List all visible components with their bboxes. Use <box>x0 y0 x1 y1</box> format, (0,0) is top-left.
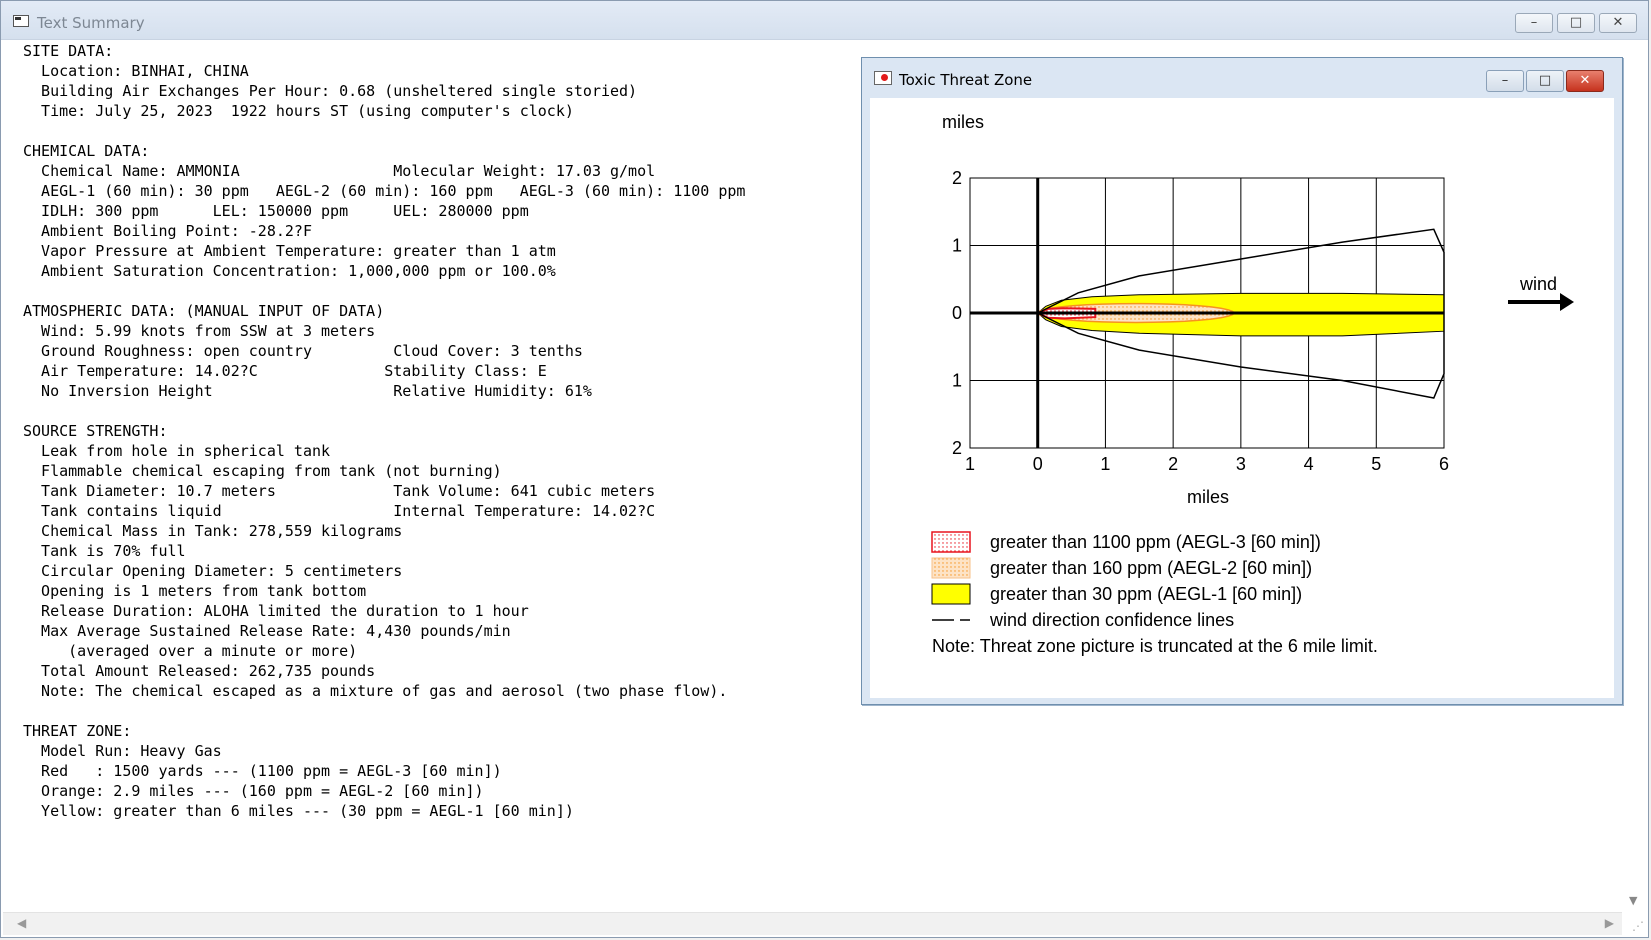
x-tick-label: 0 <box>1033 454 1043 474</box>
resize-grip-icon[interactable]: ⋰ <box>1632 919 1644 933</box>
threat-zone-plot-area: miles 1012345621012 miles wind greater t… <box>870 98 1614 698</box>
legend-swatch-yellow <box>931 583 971 605</box>
legend-label-orange: greater than 160 ppm (AEGL-2 [60 min]) <box>990 558 1312 578</box>
x-tick-label: 2 <box>1168 454 1178 474</box>
window-title: Text Summary <box>37 14 145 32</box>
y-axis-unit-label: miles <box>942 112 984 132</box>
child-window-title: Toxic Threat Zone <box>899 71 1033 89</box>
x-tick-label: 1 <box>1100 454 1110 474</box>
child-maximize-button[interactable]: □ <box>1526 70 1564 92</box>
child-minimize-button[interactable]: – <box>1486 70 1524 92</box>
maximize-button[interactable]: □ <box>1557 13 1595 33</box>
scroll-left-icon[interactable]: ◀ <box>17 916 26 930</box>
horizontal-scrollbar[interactable]: ◀ ▶ <box>3 912 1622 935</box>
wind-label: wind <box>1519 274 1557 294</box>
x-tick-label: 5 <box>1371 454 1381 474</box>
x-tick-label: 6 <box>1439 454 1449 474</box>
legend-swatch-red <box>931 531 971 553</box>
y-tick-label: 0 <box>952 303 962 323</box>
vertical-scrollbar[interactable]: ▼ <box>1624 41 1646 911</box>
wind-arrow-icon <box>1508 293 1574 311</box>
y-tick-label: 2 <box>952 438 962 458</box>
x-tick-label: 1 <box>965 454 975 474</box>
threat-zone-svg: miles 1 0 1 2 3 4 5 621012 miles wind gr… <box>931 112 1574 656</box>
close-button[interactable]: ✕ <box>1599 13 1637 33</box>
y-tick-label: 2 <box>952 168 962 188</box>
x-tick-label: 3 <box>1236 454 1246 474</box>
scroll-right-icon[interactable]: ▶ <box>1605 916 1614 930</box>
app-icon <box>13 15 29 27</box>
truncation-note: Note: Threat zone picture is truncated a… <box>932 636 1378 656</box>
legend: greater than 1100 ppm (AEGL-3 [60 min]) … <box>931 531 1378 656</box>
title-bar[interactable]: Text Summary – □ ✕ <box>1 1 1648 40</box>
y-tick-label: 1 <box>952 236 962 256</box>
legend-label-red: greater than 1100 ppm (AEGL-3 [60 min]) <box>990 532 1321 552</box>
text-summary-window: Text Summary – □ ✕ SITE DATA: Location: … <box>0 0 1649 938</box>
toxic-threat-zone-window: Toxic Threat Zone – □ ✕ miles 1 0 1 2 3 … <box>861 57 1623 705</box>
y-tick-label: 1 <box>952 371 962 391</box>
child-close-button[interactable]: ✕ <box>1566 70 1604 92</box>
summary-text: SITE DATA: Location: BINHAI, CHINA Build… <box>23 42 746 820</box>
minimize-button[interactable]: – <box>1515 13 1553 33</box>
threat-zone-icon <box>874 71 892 85</box>
x-axis-unit-label: miles <box>1187 487 1229 507</box>
legend-label-yellow: greater than 30 ppm (AEGL-1 [60 min]) <box>990 584 1302 604</box>
legend-swatch-orange <box>931 557 971 579</box>
legend-label-confidence: wind direction confidence lines <box>989 610 1234 630</box>
child-title-bar[interactable]: Toxic Threat Zone – □ ✕ <box>862 58 1622 96</box>
scroll-down-icon[interactable]: ▼ <box>1629 894 1637 907</box>
x-tick-label: 4 <box>1304 454 1314 474</box>
